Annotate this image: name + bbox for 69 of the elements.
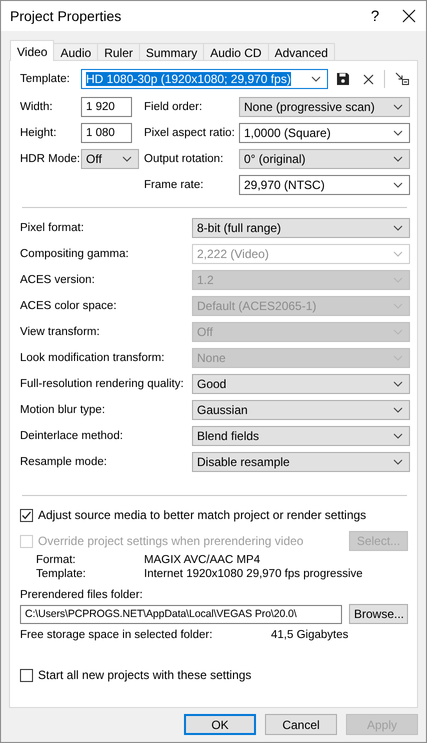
delete-icon[interactable] xyxy=(363,74,374,84)
dropdown[interactable]: Blend fields xyxy=(192,426,410,446)
input-field[interactable]: 1 080 xyxy=(81,123,132,143)
setting-label: Compositing gamma: xyxy=(20,248,130,260)
dropdown[interactable]: Disable resample xyxy=(192,452,410,472)
field-label: Pixel aspect ratio: xyxy=(144,127,236,139)
window-title: Project Properties xyxy=(10,8,122,24)
chevron-down-icon xyxy=(393,104,403,110)
dropdown[interactable]: 8-bit (full range) xyxy=(192,218,410,238)
chevron-down-icon xyxy=(393,459,403,465)
info-value: MAGIX AVC/AAC MP4 xyxy=(144,554,262,566)
dialog-button[interactable]: OK xyxy=(184,714,256,735)
input-field[interactable]: 1 920 xyxy=(81,97,132,117)
info-value: Internet 1920x1080 29,970 fps progressive xyxy=(144,568,364,580)
chevron-down-icon xyxy=(393,381,403,387)
dropdown[interactable]: Good xyxy=(192,374,410,394)
setting-label: Resample mode: xyxy=(20,456,108,468)
folder-path-field[interactable]: C:\Users\PCPROGS.NET\AppData\Local\VEGAS Pro\20.0\ xyxy=(20,604,342,624)
tab[interactable]: Advanced xyxy=(268,43,335,60)
setting-label: Look modification transform: xyxy=(20,352,166,364)
free-space-value: 41,5 Gigabytes xyxy=(271,629,348,641)
setting-label: Pixel format: xyxy=(20,222,85,234)
save-icon[interactable] xyxy=(337,73,349,85)
chevron-down-icon xyxy=(122,156,132,162)
chevron-down-icon xyxy=(393,225,403,231)
free-space-label: Free storage space in selected folder: xyxy=(20,629,214,641)
dropdown[interactable]: Off xyxy=(81,149,139,169)
chevron-down-icon xyxy=(311,76,321,82)
field-label: Width: xyxy=(20,101,54,113)
setting-label: Full-resolution rendering quality: xyxy=(20,378,185,390)
chevron-down-icon xyxy=(393,182,403,188)
dropdown[interactable]: 29,970 (NTSC) xyxy=(239,175,410,195)
tab[interactable]: Audio xyxy=(53,43,98,60)
dropdown[interactable]: Gaussian xyxy=(192,400,410,420)
setting-label: Deinterlace method: xyxy=(20,430,124,442)
dropdown[interactable]: 0° (original) xyxy=(239,149,410,169)
check-mark-icon xyxy=(21,510,32,520)
help-button[interactable]: ? xyxy=(360,8,390,24)
tab[interactable]: Video xyxy=(10,40,54,61)
chevron-down-icon xyxy=(393,156,403,162)
chevron-down-icon xyxy=(393,130,403,136)
setting-label: ACES color space: xyxy=(20,300,118,312)
setting-label: View transform: xyxy=(20,326,101,338)
checkbox[interactable]: Adjust source media to better match project or render settings xyxy=(20,508,366,522)
field-label: Field order: xyxy=(144,101,204,113)
dropdown[interactable]: None (progressive scan) xyxy=(239,97,410,117)
checkbox[interactable]: Start all new projects with these settings xyxy=(20,668,252,682)
field-label: HDR Mode: xyxy=(20,153,81,165)
chevron-down-icon xyxy=(393,433,403,439)
template-dropdown[interactable]: HD 1080-30p (1920x1080; 29,970 fps) xyxy=(81,69,328,89)
dialog-button[interactable]: Cancel xyxy=(265,714,337,735)
setting-label: Motion blur type: xyxy=(20,404,106,416)
close-icon[interactable] xyxy=(402,9,416,23)
info-label: Template: xyxy=(36,568,87,580)
template-label: Template: xyxy=(20,73,71,85)
info-label: Format: xyxy=(36,554,77,566)
browse-button[interactable]: Browse... xyxy=(349,604,408,624)
chevron-down-icon xyxy=(393,251,403,257)
tab[interactable]: Audio CD xyxy=(203,43,269,60)
field-label: Output rotation: xyxy=(144,153,224,165)
import-icon[interactable] xyxy=(395,72,409,86)
chevron-down-icon xyxy=(393,407,403,413)
tab[interactable]: Summary xyxy=(138,43,204,60)
field-label: Frame rate: xyxy=(144,179,204,191)
dropdown[interactable]: 1,0000 (Square) xyxy=(239,123,410,143)
setting-label: ACES version: xyxy=(20,274,96,286)
folder-label: Prerendered files folder: xyxy=(20,589,143,601)
field-label: Height: xyxy=(20,127,58,139)
tab[interactable]: Ruler xyxy=(97,43,140,60)
